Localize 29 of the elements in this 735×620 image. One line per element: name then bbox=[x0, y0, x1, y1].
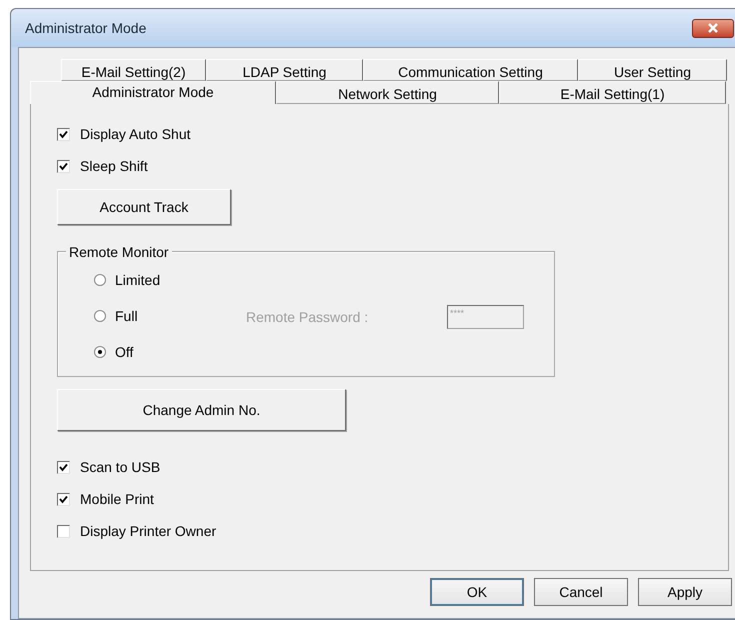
window-title: Administrator Mode bbox=[25, 18, 146, 38]
radio-label: Limited bbox=[115, 270, 160, 290]
checkbox-label: Display Printer Owner bbox=[80, 522, 216, 541]
checkbox[interactable] bbox=[57, 160, 70, 173]
checkbox-label: Scan to USB bbox=[80, 458, 160, 477]
checkbox[interactable] bbox=[57, 128, 70, 141]
change-admin-button[interactable]: Change Admin No. bbox=[57, 389, 346, 431]
close-button[interactable] bbox=[692, 18, 734, 38]
tab[interactable]: User Setting bbox=[578, 59, 727, 81]
checkbox[interactable] bbox=[57, 525, 70, 538]
tab[interactable]: E-Mail Setting(1) bbox=[499, 81, 726, 104]
radio-label: Off bbox=[115, 342, 134, 362]
dialog-button[interactable]: Cancel bbox=[534, 578, 628, 606]
tab[interactable]: Network Setting bbox=[276, 81, 499, 104]
checkbox-label: Display Auto Shut bbox=[80, 125, 191, 144]
password-label: Remote Password : bbox=[246, 308, 370, 326]
radio-label: Full bbox=[115, 306, 138, 326]
tab[interactable]: Communication Setting bbox=[363, 59, 578, 81]
checkbox-label: Sleep Shift bbox=[80, 157, 148, 176]
dialog-button[interactable]: OK bbox=[430, 578, 524, 606]
checkbox[interactable] bbox=[57, 461, 70, 474]
close-icon bbox=[707, 23, 719, 33]
account-track-button[interactable]: Account Track bbox=[57, 189, 231, 225]
tab[interactable]: Administrator Mode bbox=[30, 81, 276, 104]
dialog-button[interactable]: Apply bbox=[638, 578, 732, 606]
checkbox[interactable] bbox=[57, 493, 70, 506]
tab[interactable]: E-Mail Setting(2) bbox=[61, 59, 206, 81]
checkbox-label: Mobile Print bbox=[80, 490, 154, 509]
tab[interactable]: LDAP Setting bbox=[206, 59, 363, 81]
